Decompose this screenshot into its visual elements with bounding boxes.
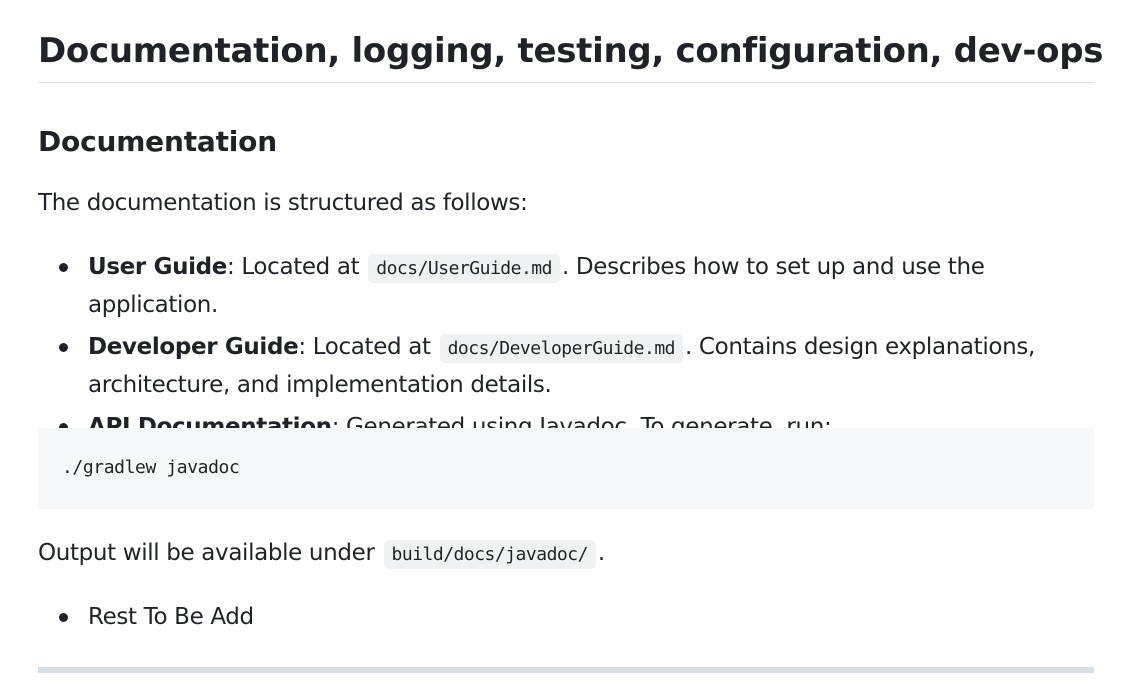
document-page: Documentation, logging, testing, configu… bbox=[0, 0, 1125, 700]
code-block[interactable]: ./gradlew javadoc bbox=[38, 428, 1094, 509]
list-item-text: : Located at bbox=[227, 254, 367, 280]
list-item-rest: Rest To Be Add bbox=[38, 599, 1094, 636]
list-item-developer-guide: Developer Guide: Located at docs/Develop… bbox=[38, 329, 1094, 404]
list-item-label: User Guide bbox=[88, 254, 228, 280]
output-paragraph: Output will be available under build/doc… bbox=[38, 536, 605, 572]
inline-code: docs/UserGuide.md bbox=[368, 254, 560, 283]
code-block-text[interactable]: ./gradlew javadoc bbox=[62, 455, 1070, 481]
bullet-icon bbox=[59, 263, 68, 272]
documentation-list: User Guide: Located at docs/UserGuide.md… bbox=[38, 249, 1094, 451]
list-item-text: : Located at bbox=[298, 334, 438, 360]
inline-code: build/docs/javadoc/ bbox=[383, 540, 596, 569]
horizontal-rule bbox=[38, 667, 1094, 673]
list-item-label: Developer Guide bbox=[88, 334, 299, 360]
bullet-icon bbox=[59, 613, 68, 622]
page-heading: Documentation, logging, testing, configu… bbox=[38, 28, 1104, 83]
intro-paragraph: The documentation is structured as follo… bbox=[38, 190, 528, 216]
list-item-text: Rest To Be Add bbox=[88, 604, 254, 630]
inline-code: docs/DeveloperGuide.md bbox=[439, 334, 683, 363]
list-item-user-guide: User Guide: Located at docs/UserGuide.md… bbox=[38, 249, 1094, 324]
rest-list: Rest To Be Add bbox=[38, 599, 1094, 641]
section-heading-documentation: Documentation bbox=[38, 125, 277, 158]
bullet-icon bbox=[59, 343, 68, 352]
output-text: Output will be available under bbox=[38, 540, 382, 566]
output-text: . bbox=[597, 540, 605, 566]
